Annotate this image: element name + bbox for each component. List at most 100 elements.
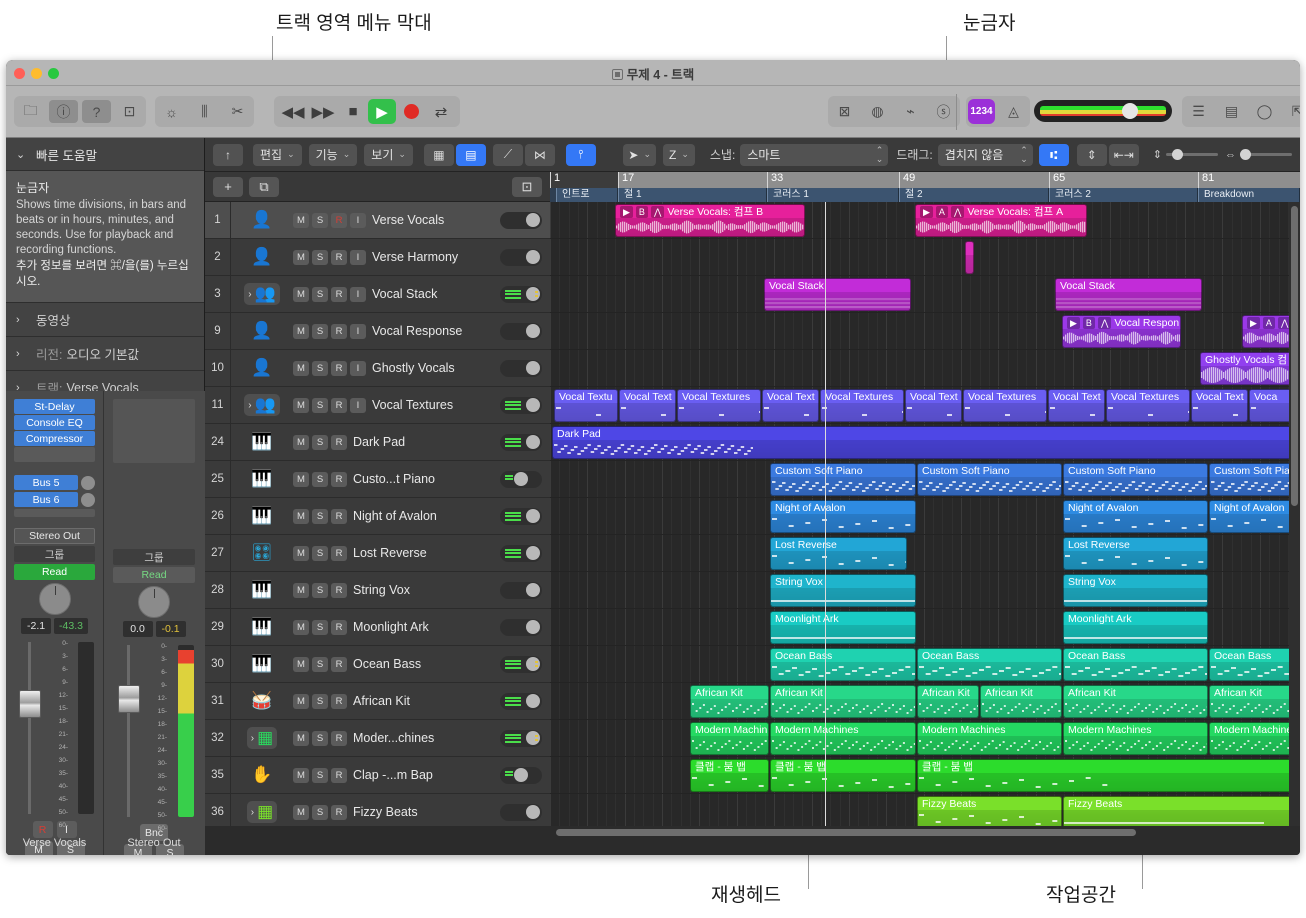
workspace[interactable]: ▶ B ⋀ Verse Vocals: 컴프 B ▶ A ⋀ Verse Vocals: 컴프… xyxy=(550,202,1300,826)
region[interactable]: Moonlight Ark xyxy=(770,611,916,644)
plugin-slot[interactable]: Console EQ xyxy=(14,415,95,430)
track-mute-button[interactable]: M xyxy=(293,804,309,820)
track-on-off-toggle[interactable] xyxy=(500,544,542,562)
track-on-off-toggle[interactable] xyxy=(500,618,542,636)
track-name[interactable]: Custo...t Piano xyxy=(353,472,500,486)
region[interactable]: Modern Machines xyxy=(1209,722,1300,755)
track-icon-box[interactable]: ✋ xyxy=(231,757,293,793)
output-slot[interactable]: Stereo Out xyxy=(14,528,95,544)
region[interactable]: 클랩 - 붐 뱁 xyxy=(770,759,916,792)
region[interactable]: Vocal Text xyxy=(1048,389,1105,422)
waveform-zoom-icon[interactable]: ⑆ xyxy=(1038,143,1069,166)
region[interactable]: ▶ B ⋀ Verse Vocals: 컴프 B xyxy=(615,204,805,237)
master-volume-knob[interactable] xyxy=(1122,103,1138,119)
region[interactable]: ▶ B ⋀ Vocal Respon xyxy=(1062,315,1181,348)
track-icon-box[interactable]: 🎹 xyxy=(231,572,293,608)
midi-in-icon[interactable]: ⌁ xyxy=(896,100,925,123)
track-name[interactable]: String Vox xyxy=(353,583,500,597)
track-record-enable-button[interactable]: R xyxy=(331,508,347,524)
region[interactable]: Lost Reverse xyxy=(770,537,907,570)
region[interactable] xyxy=(965,241,974,274)
track-mute-button[interactable]: M xyxy=(293,286,309,302)
ruler-bar-number[interactable]: 49 xyxy=(899,172,1049,188)
play-button[interactable]: ▶ xyxy=(368,99,396,124)
region[interactable]: Vocal Textures xyxy=(963,389,1047,422)
region[interactable]: Custom Soft Piano xyxy=(1063,463,1208,496)
track-name[interactable]: Lost Reverse xyxy=(353,546,500,560)
automation-mode[interactable]: Read xyxy=(113,567,195,583)
track-on-off-toggle[interactable] xyxy=(500,470,542,488)
track-header-row[interactable]: 11 › 👥 M S R I Vocal Textures xyxy=(205,387,550,424)
region[interactable]: African Kit xyxy=(690,685,769,718)
region[interactable]: Night of Avalon xyxy=(770,500,916,533)
track-mute-button[interactable]: M xyxy=(293,693,309,709)
track-name[interactable]: Ocean Bass xyxy=(353,657,500,671)
vertical-zoom-slider[interactable]: ⇕ xyxy=(1153,148,1218,161)
pan-knob[interactable] xyxy=(38,583,71,615)
volume-fader[interactable] xyxy=(19,690,41,718)
region[interactable]: Vocal Text xyxy=(905,389,962,422)
forward-button[interactable]: ▶▶ xyxy=(308,99,338,124)
secondary-tool[interactable]: Z ⌄ xyxy=(663,143,695,166)
region[interactable]: Modern Machines xyxy=(770,722,916,755)
horizontal-zoom-slider[interactable]: ⇔ xyxy=(1225,149,1292,161)
track-record-enable-button[interactable]: R xyxy=(331,212,347,228)
track-record-enable-button[interactable]: R xyxy=(331,767,347,783)
track-icon-box[interactable]: 👤 xyxy=(231,239,293,275)
region[interactable]: Modern Machines xyxy=(1063,722,1208,755)
catch-playhead-icon[interactable]: ⫯ xyxy=(565,143,596,166)
region[interactable]: Vocal Text xyxy=(762,389,819,422)
track-on-off-toggle[interactable] xyxy=(500,359,542,377)
plugin-slot-empty[interactable] xyxy=(14,447,95,462)
track-icon-box[interactable]: 🥁 xyxy=(231,683,293,719)
quick-help-icon[interactable]: ? xyxy=(82,100,111,123)
track-on-off-toggle[interactable] xyxy=(500,507,542,525)
pointer-tool[interactable]: ➤ ⌄ xyxy=(623,143,656,166)
track-solo-button[interactable]: S xyxy=(312,508,328,524)
track-record-enable-button[interactable]: R xyxy=(331,804,347,820)
track-solo-button[interactable]: S xyxy=(312,360,328,376)
track-name[interactable]: Fizzy Beats xyxy=(353,805,500,819)
add-track-button[interactable]: + xyxy=(213,176,243,197)
region[interactable]: African Kit xyxy=(980,685,1062,718)
track-input-monitor-button[interactable]: I xyxy=(350,286,366,302)
track-on-off-toggle[interactable] xyxy=(500,581,542,599)
snap-select[interactable]: 스마트 ⌃ ⌄ xyxy=(740,143,889,166)
region[interactable]: Dark Pad xyxy=(552,426,1300,459)
volume-fader[interactable] xyxy=(118,685,140,713)
arrow-up-icon[interactable]: ↑ xyxy=(213,143,243,166)
peak-value[interactable]: -43.3 xyxy=(54,618,88,634)
peak-value[interactable]: -0.1 xyxy=(155,621,186,637)
region[interactable]: Vocal Stack xyxy=(764,278,911,311)
marker[interactable]: 절 1 xyxy=(618,188,767,202)
horizontal-zoom-knob[interactable] xyxy=(1240,149,1251,160)
track-name[interactable]: Ghostly Vocals xyxy=(372,361,500,375)
send-slot[interactable]: Bus 5 xyxy=(14,475,78,490)
track-solo-button[interactable]: S xyxy=(312,804,328,820)
track-record-enable-button[interactable]: R xyxy=(331,545,347,561)
track-stack-disclosure[interactable]: › 👥 xyxy=(244,394,280,416)
track-mute-button[interactable]: M xyxy=(293,619,309,635)
track-on-off-toggle[interactable] xyxy=(500,396,542,414)
track-solo-button[interactable]: S xyxy=(312,249,328,265)
region[interactable]: String Vox xyxy=(1063,574,1208,607)
no-overlap-icon[interactable]: ⊠ xyxy=(830,100,859,123)
region[interactable]: Vocal Stack xyxy=(1055,278,1202,311)
track-view-icon[interactable]: ▤ xyxy=(455,143,486,166)
horizontal-scrollbar-thumb[interactable] xyxy=(556,829,1136,836)
track-mute-button[interactable]: M xyxy=(293,249,309,265)
track-name[interactable]: Vocal Textures xyxy=(372,398,500,412)
track-header-row[interactable]: 2 👤 M S R I Verse Harmony xyxy=(205,239,550,276)
region[interactable]: Night of Avalon xyxy=(1063,500,1208,533)
track-header-row[interactable]: 36 › ▦ M S R Fizzy Beats xyxy=(205,794,550,826)
track-input-monitor-button[interactable]: I xyxy=(350,360,366,376)
hide-tracks-icon[interactable]: ⊡ xyxy=(512,176,542,197)
track-solo-button[interactable]: S xyxy=(312,656,328,672)
list-editors-icon[interactable]: ☰ xyxy=(1184,100,1213,123)
group-slot[interactable]: 그룹 xyxy=(113,549,195,565)
drag-select[interactable]: 겹치지 않음 ⌃ ⌄ xyxy=(937,143,1033,166)
track-header-row[interactable]: 25 🎹 M S R Custo...t Piano xyxy=(205,461,550,498)
send-level-knob[interactable] xyxy=(81,492,95,507)
send-slot-empty[interactable] xyxy=(14,509,95,517)
metronome-icon[interactable]: ◬ xyxy=(999,100,1028,123)
